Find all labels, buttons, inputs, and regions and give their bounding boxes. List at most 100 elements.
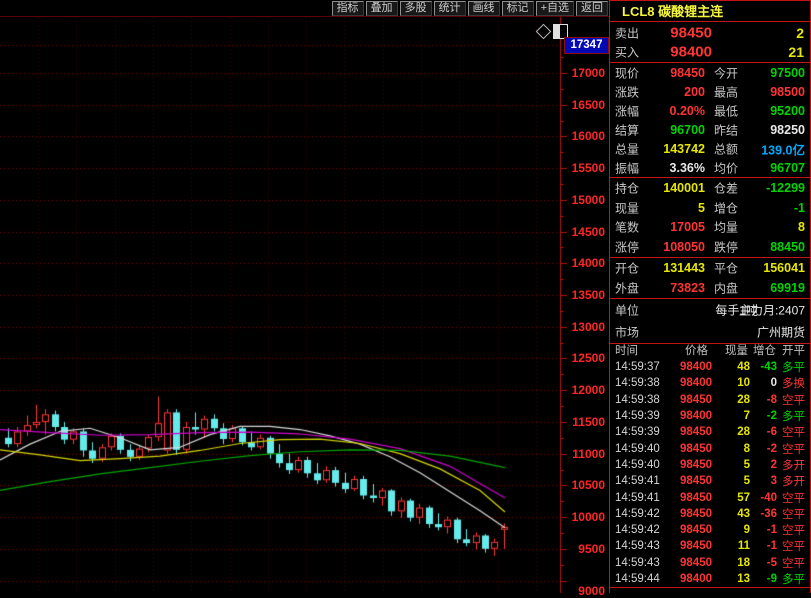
tape-open-close: 空平 bbox=[782, 392, 805, 408]
stat-value: 98250 bbox=[770, 123, 805, 137]
stat-label: 总额 bbox=[714, 140, 738, 157]
price-axis-label: 9500 bbox=[578, 542, 605, 556]
tape-position-change: -9 bbox=[767, 573, 777, 585]
stat-value: -12299 bbox=[766, 181, 805, 195]
tape-time: 14:59:38 bbox=[615, 377, 660, 389]
toolbar-button-多股[interactable]: 多股 bbox=[400, 1, 432, 16]
stat-row: 涨幅0.20%最低95200 bbox=[610, 101, 810, 120]
tape-open-close: 多平 bbox=[782, 571, 805, 587]
tape-open-close: 多开 bbox=[782, 473, 805, 489]
stat-label: 涨停 bbox=[615, 239, 639, 256]
market-label: 市场 bbox=[615, 324, 639, 341]
tape-volume: 9 bbox=[744, 524, 750, 536]
stat-label: 内盘 bbox=[714, 280, 738, 297]
stat-row: 结算96700昨结98250 bbox=[610, 120, 810, 139]
stat-row: 现价98450今开97500 bbox=[610, 63, 810, 82]
toolbar-button-叠加[interactable]: 叠加 bbox=[366, 1, 398, 16]
tape-position-change: -1 bbox=[767, 524, 777, 536]
tape-column-header: 增仓 bbox=[753, 344, 776, 359]
tape-time: 14:59:43 bbox=[615, 557, 660, 569]
tape-volume: 28 bbox=[737, 426, 750, 438]
toolbar-button-返回[interactable]: 返回 bbox=[576, 1, 608, 16]
tape-open-close: 空平 bbox=[782, 522, 805, 538]
contract-info-section: 单位 每手1吨 主力月:2407 市场 广州期货 bbox=[610, 299, 810, 344]
tape-position-change: 3 bbox=[771, 475, 777, 487]
stat-value: 3.36% bbox=[670, 161, 705, 175]
tape-row: 14:59:389845028-8空平 bbox=[610, 392, 810, 408]
time-and-sales-list[interactable]: 14:59:379840048-43多平14:59:3898400100多换14… bbox=[610, 359, 810, 588]
bid-qty: 21 bbox=[788, 44, 804, 60]
price-axis-label: 12000 bbox=[572, 383, 605, 397]
order-book: 卖出 98450 2 买入 98400 21 bbox=[610, 23, 810, 63]
stat-label: 结算 bbox=[615, 121, 639, 138]
tape-row: 14:59:419845053多开 bbox=[610, 473, 810, 489]
stat-value: 96700 bbox=[670, 123, 705, 137]
stat-label: 增仓 bbox=[714, 199, 738, 216]
bid-price: 98400 bbox=[646, 44, 712, 61]
stat-value: 97500 bbox=[770, 66, 805, 80]
tape-volume: 5 bbox=[744, 459, 750, 471]
tape-position-change: -6 bbox=[767, 426, 777, 438]
tape-row: 14:59:399845028-6空平 bbox=[610, 424, 810, 440]
tape-volume: 10 bbox=[737, 377, 750, 389]
toolbar-button-画线[interactable]: 画线 bbox=[468, 1, 500, 16]
bid-row[interactable]: 买入 98400 21 bbox=[610, 43, 810, 63]
tape-row: 14:59:439845018-5空平 bbox=[610, 555, 810, 571]
tape-row: 14:59:439845011-1空平 bbox=[610, 538, 810, 554]
tape-volume: 28 bbox=[737, 394, 750, 406]
tape-column-header: 现量 bbox=[725, 344, 748, 359]
tape-column-header: 时间 bbox=[615, 344, 638, 359]
price-axis-label: 11000 bbox=[572, 447, 605, 461]
market-row: 市场 广州期货 bbox=[610, 321, 810, 343]
toolbar-button-统计[interactable]: 统计 bbox=[434, 1, 466, 16]
tape-price: 98450 bbox=[680, 557, 712, 569]
price-axis-label: 14500 bbox=[572, 225, 605, 239]
tape-row: 14:59:409845052多开 bbox=[610, 457, 810, 473]
tape-position-change: -2 bbox=[767, 410, 777, 422]
tape-row: 14:59:40984508-2空平 bbox=[610, 440, 810, 456]
stat-value: 95200 bbox=[770, 104, 805, 118]
price-axis-label: 14000 bbox=[572, 256, 605, 270]
contract-header[interactable]: LCL8 碳酸锂主连 bbox=[610, 1, 810, 22]
tape-position-change: -5 bbox=[767, 557, 777, 569]
stat-label: 笔数 bbox=[615, 219, 639, 236]
stat-label: 平仓 bbox=[714, 260, 738, 277]
tape-open-close: 空平 bbox=[782, 538, 805, 554]
tape-time: 14:59:40 bbox=[615, 443, 660, 455]
stat-value: 108050 bbox=[663, 240, 705, 254]
price-axis-label: 10500 bbox=[572, 478, 605, 492]
tape-volume: 7 bbox=[744, 410, 750, 422]
stat-value: 0.20% bbox=[670, 104, 705, 118]
stat-label: 均价 bbox=[714, 159, 738, 176]
tape-price: 98450 bbox=[680, 508, 712, 520]
tape-time: 14:59:40 bbox=[615, 459, 660, 471]
tape-column-header: 价格 bbox=[685, 344, 708, 359]
stat-row: 笔数17005均量8 bbox=[610, 218, 810, 238]
stat-value: 88450 bbox=[770, 240, 805, 254]
toolbar-button-指标[interactable]: 指标 bbox=[332, 1, 364, 16]
stat-row: 涨跌200最高98500 bbox=[610, 82, 810, 101]
tape-time: 14:59:41 bbox=[615, 475, 660, 487]
tape-time: 14:59:42 bbox=[615, 524, 660, 536]
tape-time: 14:59:41 bbox=[615, 492, 660, 504]
tape-volume: 8 bbox=[744, 443, 750, 455]
price-axis-label: 11500 bbox=[572, 415, 605, 429]
stat-value: 96707 bbox=[770, 161, 805, 175]
stat-value: 139.0亿 bbox=[761, 139, 805, 158]
tape-volume: 5 bbox=[744, 475, 750, 487]
ask-row[interactable]: 卖出 98450 2 bbox=[610, 23, 810, 43]
tape-volume: 48 bbox=[737, 361, 750, 373]
toolbar-button-标记[interactable]: 标记 bbox=[502, 1, 534, 16]
bid-label: 买入 bbox=[615, 44, 639, 61]
toolbar-button-+自选[interactable]: +自选 bbox=[536, 1, 574, 16]
stat-label: 今开 bbox=[714, 64, 738, 81]
price-axis-label: 15000 bbox=[572, 193, 605, 207]
tape-price: 98450 bbox=[680, 524, 712, 536]
stat-label: 振幅 bbox=[615, 159, 639, 176]
tape-open-close: 空平 bbox=[782, 555, 805, 571]
candlestick-chart[interactable] bbox=[0, 17, 609, 593]
tape-open-close: 多平 bbox=[782, 408, 805, 424]
tape-time: 14:59:44 bbox=[615, 573, 660, 585]
stat-row: 现量5增仓-1 bbox=[610, 198, 810, 218]
tape-open-close: 多换 bbox=[782, 375, 805, 391]
